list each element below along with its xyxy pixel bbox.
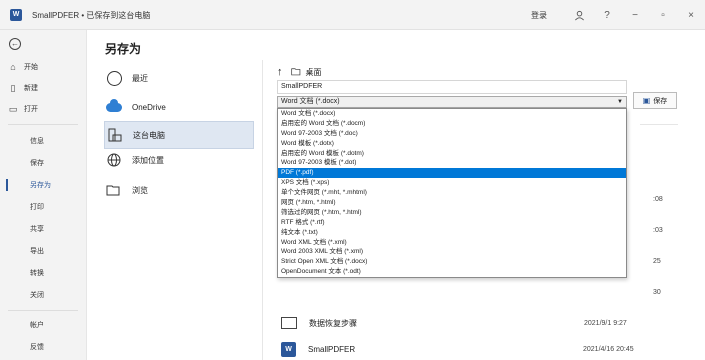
- filetype-option[interactable]: OpenDocument 文本 (*.odt): [278, 267, 626, 277]
- back-arrow-icon[interactable]: ←: [9, 38, 21, 50]
- filetype-option[interactable]: XPS 文档 (*.xps): [278, 178, 626, 188]
- save-button[interactable]: ▣ 保存: [633, 92, 677, 109]
- restore-button[interactable]: ▫: [649, 0, 677, 30]
- nav-item-account[interactable]: 帐户: [0, 316, 86, 334]
- folder-icon: [104, 180, 124, 200]
- nav-item-label: 开始: [24, 64, 38, 71]
- close-button[interactable]: ×: [677, 0, 705, 30]
- title-bar-controls: 登录 ? − ▫ ×: [531, 0, 705, 30]
- file-row[interactable]: W SmallPDFER 2021/4/16 20:45: [277, 338, 677, 360]
- minimize-button[interactable]: −: [621, 0, 649, 30]
- filetype-option[interactable]: Strict Open XML 文档 (*.docx): [278, 257, 626, 267]
- pane-divider: [262, 60, 263, 360]
- nav-divider: [8, 124, 78, 125]
- filetype-option[interactable]: Word 文档 (*.docx): [278, 109, 626, 119]
- filetype-option[interactable]: 单个文件网页 (*.mht, *.mhtml): [278, 188, 626, 198]
- file-date-partial: :08: [653, 196, 663, 203]
- nav-item-print[interactable]: 打印: [0, 198, 86, 216]
- home-icon: ⌂: [10, 62, 16, 72]
- file-date: 2021/4/16 20:45: [583, 345, 634, 353]
- location-add-place[interactable]: 添加位置: [104, 146, 254, 174]
- up-arrow-icon[interactable]: ↑: [277, 66, 283, 78]
- filetype-option[interactable]: Word 2003 XML 文档 (*.xml): [278, 247, 626, 257]
- location-onedrive[interactable]: OneDrive: [104, 93, 254, 121]
- filetype-option[interactable]: 筛选过的网页 (*.htm, *.html): [278, 208, 626, 218]
- new-doc-icon: ▯: [10, 82, 16, 93]
- filetype-select[interactable]: Word 文档 (*.docx) ▼: [277, 96, 627, 108]
- nav-item-info[interactable]: 信息: [0, 132, 86, 150]
- nav-item-open[interactable]: ▭ 打开: [0, 100, 86, 118]
- location-this-pc[interactable]: 这台电脑: [104, 121, 254, 149]
- filetype-option[interactable]: Word 模板 (*.dotx): [278, 139, 626, 149]
- nav-item-save-as[interactable]: 另存为: [0, 176, 86, 194]
- location-label: 添加位置: [132, 155, 164, 165]
- file-name: SmallPDFER: [308, 344, 356, 354]
- file-row[interactable]: 数据恢复步骤 2021/9/1 9:27: [277, 312, 677, 334]
- nav-item-label: 打开: [24, 106, 38, 113]
- nav-divider: [8, 310, 78, 311]
- nav-item-feedback[interactable]: 反馈: [0, 338, 86, 356]
- person-icon[interactable]: [565, 0, 593, 30]
- help-button[interactable]: ?: [593, 0, 621, 30]
- file-date-partial: 25: [653, 258, 661, 265]
- location-label: 浏览: [132, 185, 148, 195]
- save-button-label: 保存: [653, 97, 668, 105]
- onedrive-cloud-icon: [104, 97, 124, 117]
- nav-item-close[interactable]: 关闭: [0, 286, 86, 304]
- filetype-option[interactable]: 网页 (*.htm, *.html): [278, 198, 626, 208]
- nav-item-share[interactable]: 共享: [0, 220, 86, 238]
- chevron-down-icon: ▼: [617, 99, 623, 105]
- title-bar: W SmallPDFER • 已保存到这台电脑 登录 ? − ▫ ×: [0, 0, 705, 30]
- page-title: 另存为: [105, 42, 142, 56]
- location-recent[interactable]: 最近: [104, 64, 254, 92]
- path-label[interactable]: 桌面: [306, 67, 322, 78]
- file-date-partial: :03: [653, 227, 663, 234]
- location-label: 最近: [132, 73, 148, 83]
- filename-input[interactable]: SmallPDFER: [277, 80, 627, 94]
- filetype-value: Word 文档 (*.docx): [281, 98, 340, 105]
- file-name: 数据恢复步骤: [309, 318, 357, 328]
- filetype-dropdown-list[interactable]: Word 文档 (*.docx) 启用宏的 Word 文档 (*.docm) W…: [277, 108, 627, 279]
- location-label: 这台电脑: [133, 130, 165, 140]
- filetype-option[interactable]: RTF 格式 (*.rtf): [278, 218, 626, 228]
- nav-item-home[interactable]: ⌂ 开始: [0, 58, 86, 76]
- word-file-icon: W: [281, 341, 296, 357]
- window-title: SmallPDFER • 已保存到这台电脑: [32, 11, 151, 20]
- folder-open-icon: ▭: [8, 103, 18, 114]
- filetype-option[interactable]: Word XML 文档 (*.xml): [278, 238, 626, 248]
- file-date: 2021/9/1 9:27: [584, 319, 627, 327]
- filetype-option[interactable]: 纯文本 (*.txt): [278, 228, 626, 238]
- list-divider: [640, 124, 678, 125]
- clock-icon: [104, 68, 124, 88]
- save-icon: ▣: [642, 96, 651, 105]
- location-label: OneDrive: [132, 102, 166, 112]
- nav-item-label: 新建: [24, 85, 38, 92]
- signin-link[interactable]: 登录: [531, 10, 547, 21]
- file-date-partial: 30: [653, 289, 661, 296]
- nav-item-save[interactable]: 保存: [0, 154, 86, 172]
- filetype-option[interactable]: 启用宏的 Word 模板 (*.dotm): [278, 149, 626, 159]
- filetype-option[interactable]: PDF (*.pdf): [278, 168, 626, 179]
- filetype-option[interactable]: 启用宏的 Word 文档 (*.docm): [278, 119, 626, 129]
- current-path: ↑ 桌面: [277, 66, 322, 78]
- filetype-option[interactable]: Word 97-2003 模板 (*.dot): [278, 158, 626, 168]
- location-browse[interactable]: 浏览: [104, 176, 254, 204]
- nav-item-new[interactable]: ▯ 新建: [0, 79, 86, 97]
- nav-item-convert[interactable]: 转换: [0, 264, 86, 282]
- computer-icon: [105, 125, 125, 145]
- globe-icon: [104, 150, 124, 170]
- filetype-option[interactable]: Word 97-2003 文档 (*.doc): [278, 129, 626, 139]
- nav-item-export[interactable]: 导出: [0, 242, 86, 260]
- folder-icon: [290, 67, 302, 78]
- folder-icon: [281, 317, 297, 329]
- word-app-icon: W: [10, 9, 22, 21]
- backstage-nav: ← ⌂ 开始 ▯ 新建 ▭ 打开 信息 保存 另存为 打印 共享 导出 转换 关…: [0, 30, 87, 360]
